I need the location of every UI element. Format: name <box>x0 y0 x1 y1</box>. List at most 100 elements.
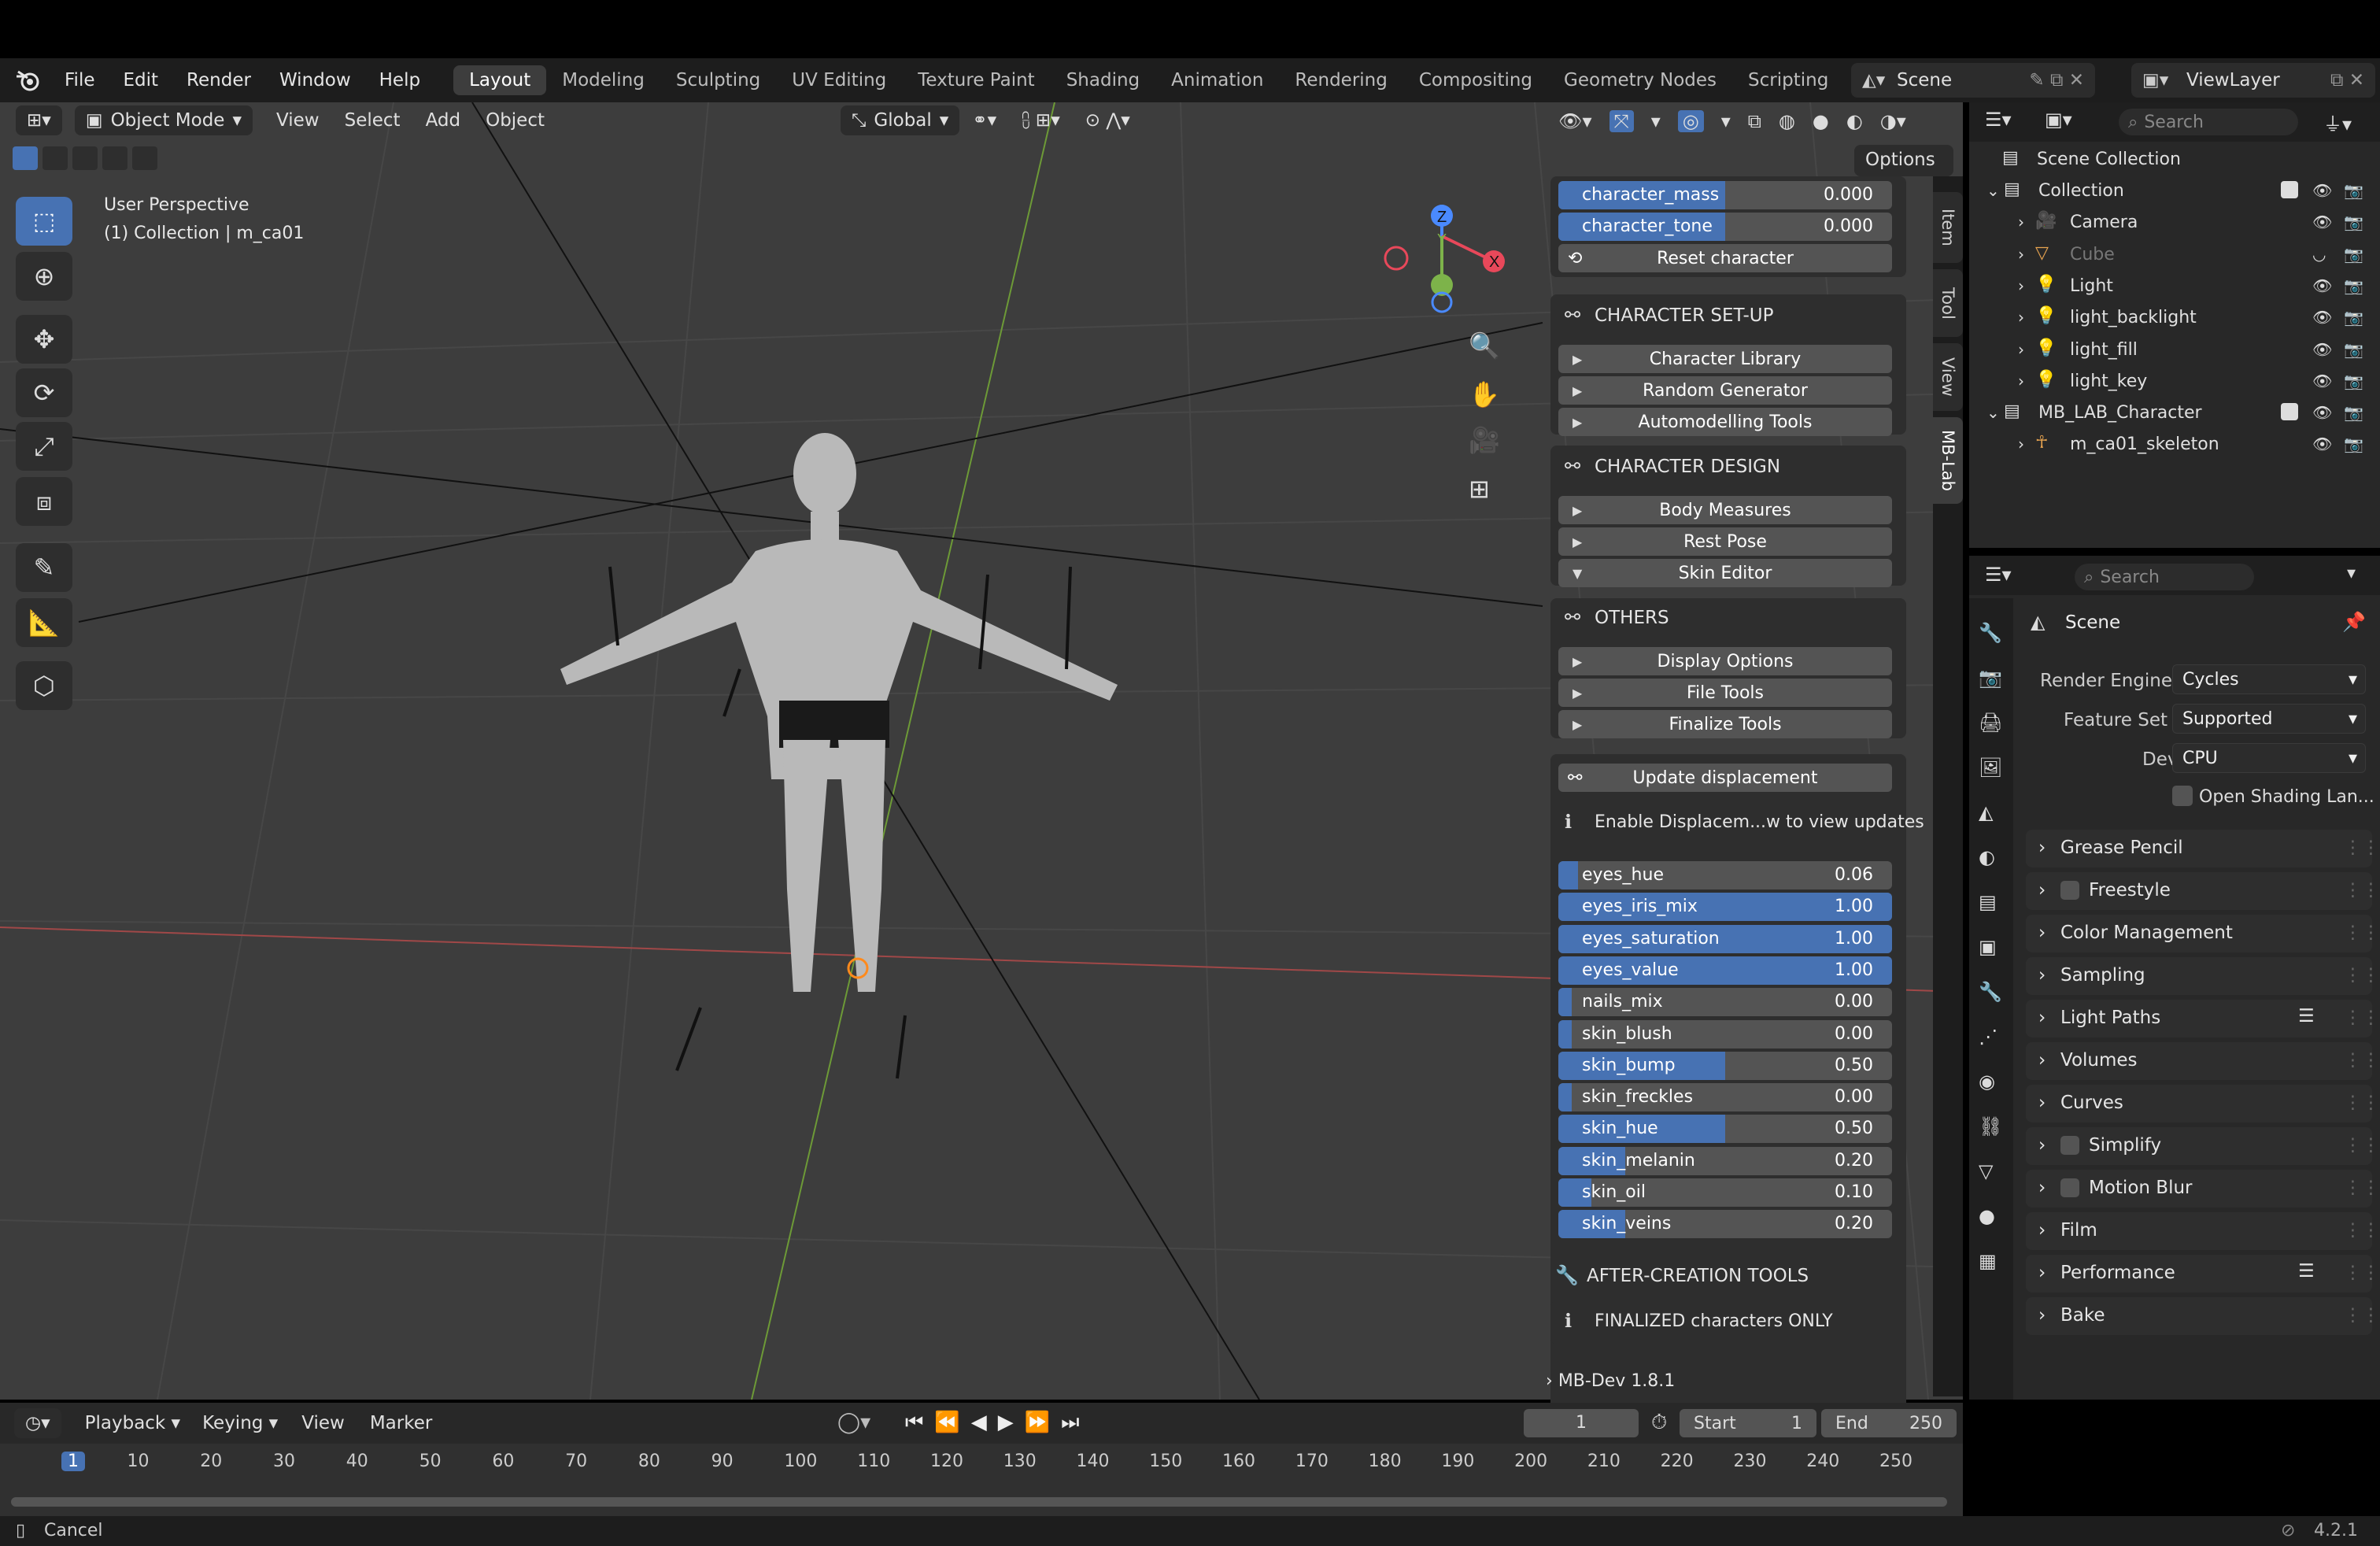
eye-icon[interactable]: 👁 <box>2312 213 2332 231</box>
select-box-invert-icon[interactable] <box>102 146 128 170</box>
record-icon[interactable]: ◯▾ <box>837 1411 870 1434</box>
eye-icon[interactable]: 👁 <box>2312 276 2332 295</box>
tab-shading[interactable]: Shading <box>1051 65 1155 95</box>
drag-handle-icon[interactable]: ⋮⋮ <box>2344 1093 2380 1113</box>
panel-simplify[interactable]: › Simplify ⋮⋮ <box>2026 1127 2380 1165</box>
next-keyframe-icon[interactable]: ⏩ <box>1025 1411 1050 1435</box>
device-dropdown[interactable]: CPU ▾ <box>2172 743 2366 773</box>
scale-tool[interactable]: ⤢ <box>16 422 72 471</box>
render-camera-icon[interactable]: 📷 <box>2344 340 2363 359</box>
panel-checkbox[interactable] <box>2060 1178 2079 1197</box>
tab-tool[interactable]: Tool <box>1933 269 1963 337</box>
physics-icon[interactable]: ◉ <box>1979 1071 1995 1093</box>
pivot-icon[interactable]: ⚭▾ <box>959 110 1009 131</box>
menu-help[interactable]: Help <box>365 70 434 91</box>
mode-selector[interactable]: ▣ Object Mode ▾ <box>74 105 253 135</box>
slider-skin-oil[interactable]: skin_oil 0.10 <box>1558 1178 1892 1207</box>
design-item-body-measures[interactable]: ▶ Body Measures <box>1558 496 1892 524</box>
outliner-item-light-fill[interactable]: › 💡 light_fill 👁 📷 <box>1969 334 2380 365</box>
setup-item-automodelling-tools[interactable]: ▶ Automodelling Tools <box>1558 408 1892 436</box>
drag-handle-icon[interactable]: ⋮⋮ <box>2344 1305 2380 1326</box>
outliner-item-collection[interactable]: ⌄ ▤ Collection 👁 📷 <box>1969 175 2380 206</box>
jump-end-icon[interactable]: ⏭ <box>1061 1411 1079 1435</box>
others-item-file-tools[interactable]: ▶ File Tools <box>1558 679 1892 707</box>
setup-item-character-library[interactable]: ▶ Character Library <box>1558 345 1892 373</box>
drag-handle-icon[interactable]: ⋮⋮ <box>2344 1220 2380 1241</box>
rotate-tool[interactable]: ⟳ <box>16 368 72 417</box>
scene-icon[interactable]: ◭ <box>1979 801 1993 823</box>
timeline-scrollbar[interactable] <box>11 1497 1947 1507</box>
timeline-view-menu[interactable]: View <box>289 1413 357 1433</box>
properties-editor-icon[interactable]: ☰▾ <box>1985 564 2012 586</box>
render-camera-icon[interactable]: 📷 <box>2344 181 2363 200</box>
tab-view[interactable]: View <box>1933 343 1963 411</box>
drag-handle-icon[interactable]: ⋮⋮ <box>2344 1263 2380 1283</box>
end-frame-field[interactable]: End 250 <box>1821 1409 1957 1437</box>
select-box-subtract-icon[interactable] <box>72 146 98 170</box>
chevron-right-icon[interactable]: › <box>2018 276 2024 295</box>
gizmo-toggle-icon[interactable]: ⤧ <box>1609 110 1634 132</box>
eye-icon[interactable]: 👁 <box>2312 372 2332 390</box>
panel-checkbox[interactable] <box>2060 881 2079 900</box>
transform-tool[interactable]: ⧈ <box>16 477 72 526</box>
play-reverse-icon[interactable]: ◀ <box>971 1411 987 1435</box>
slider-skin-blush[interactable]: skin_blush 0.00 <box>1558 1019 1892 1049</box>
slider-nails-mix[interactable]: nails_mix 0.00 <box>1558 988 1892 1017</box>
slider-eyes-iris-mix[interactable]: eyes_iris_mix 1.00 <box>1558 893 1892 922</box>
tab-uv-editing[interactable]: UV Editing <box>776 65 902 95</box>
panel-volumes[interactable]: › Volumes ⋮⋮ <box>2026 1042 2380 1080</box>
drag-handle-icon[interactable]: ⋮⋮ <box>2344 1008 2380 1028</box>
jump-start-icon[interactable]: ⏮ <box>905 1411 923 1435</box>
select-box-new-icon[interactable] <box>13 146 38 170</box>
tool-icon[interactable]: 🔧 <box>1979 622 2002 644</box>
scene-selector[interactable]: ◭▾ Scene ✎ ⧉ ✕ <box>1851 63 2095 98</box>
viewport-menu-add[interactable]: Add <box>413 110 474 131</box>
properties-search[interactable]: ⌕ Search <box>2075 564 2254 590</box>
prev-keyframe-icon[interactable]: ⏪ <box>934 1411 959 1435</box>
world-icon[interactable]: ◐ <box>1979 846 1995 868</box>
render-camera-icon[interactable]: 📷 <box>2344 245 2363 264</box>
drag-handle-icon[interactable]: ⋮⋮ <box>2344 1135 2380 1156</box>
design-item-skin-editor[interactable]: ▼ Skin Editor <box>1558 559 1892 587</box>
select-box-extend-icon[interactable] <box>42 146 68 170</box>
viewport-menu-select[interactable]: Select <box>332 110 413 131</box>
exclude-checkbox[interactable] <box>2281 181 2298 198</box>
cursor-tool[interactable]: ⊕ <box>16 252 72 301</box>
setup-item-random-generator[interactable]: ▶ Random Generator <box>1558 376 1892 405</box>
shading-wireframe-icon[interactable]: ◍ <box>1779 110 1795 132</box>
others-item-display-options[interactable]: ▶ Display Options <box>1558 647 1892 675</box>
pin-icon[interactable]: ✎ ⧉ ✕ <box>2029 70 2084 91</box>
tab-animation[interactable]: Animation <box>1155 65 1279 95</box>
mb-dev-version-panel[interactable]: › MB-Dev 1.8.1 <box>1546 1371 1675 1391</box>
panel-curves[interactable]: › Curves ⋮⋮ <box>2026 1085 2380 1123</box>
panel-bake[interactable]: › Bake ⋮⋮ <box>2026 1297 2380 1335</box>
viewport-menu-view[interactable]: View <box>264 110 332 131</box>
editor-type-icon[interactable]: ⊞▾ <box>16 105 62 135</box>
outliner-item-light-backlight[interactable]: › 💡 light_backlight 👁 📷 <box>1969 301 2380 333</box>
slider-skin-melanin[interactable]: skin_melanin 0.20 <box>1558 1146 1892 1175</box>
play-icon[interactable]: ▶ <box>998 1411 1014 1435</box>
render-camera-icon[interactable]: 📷 <box>2344 435 2363 453</box>
snap-icon[interactable]: ⩉ ⊞▾ <box>1009 110 1073 131</box>
tab-compositing[interactable]: Compositing <box>1403 65 1548 95</box>
render-camera-icon[interactable]: 📷 <box>2344 308 2363 327</box>
chevron-down-icon[interactable]: ⌄ <box>1986 403 2000 422</box>
outliner-search[interactable]: ⌕ Search <box>2119 109 2298 135</box>
slider-character-tone[interactable]: character_tone 0.000 <box>1558 213 1892 241</box>
osl-checkbox[interactable] <box>2172 786 2193 806</box>
add-cube-tool[interactable]: ⬡ <box>16 661 72 710</box>
exclude-checkbox[interactable] <box>2281 403 2298 421</box>
output-icon[interactable]: 🖨 <box>1979 712 2002 734</box>
drag-handle-icon[interactable]: ⋮⋮ <box>2344 838 2380 858</box>
marker-menu[interactable]: Marker <box>357 1413 445 1433</box>
outliner-item-cube[interactable]: › ▽ Cube ◡ 📷 <box>1969 239 2380 270</box>
eye-icon[interactable]: 👁 <box>2312 340 2332 359</box>
render-icon[interactable]: 📷 <box>1979 667 2002 689</box>
menu-window[interactable]: Window <box>265 70 365 91</box>
menu-render[interactable]: Render <box>172 70 265 91</box>
chevron-right-icon[interactable]: › <box>2018 435 2024 453</box>
xray-icon[interactable]: ⧉ <box>1748 110 1761 132</box>
material-icon[interactable]: ● <box>1979 1205 1995 1227</box>
navigation-gizmo[interactable]: Z X Y <box>1369 197 1527 331</box>
drag-handle-icon[interactable]: ⋮⋮ <box>2344 880 2380 901</box>
